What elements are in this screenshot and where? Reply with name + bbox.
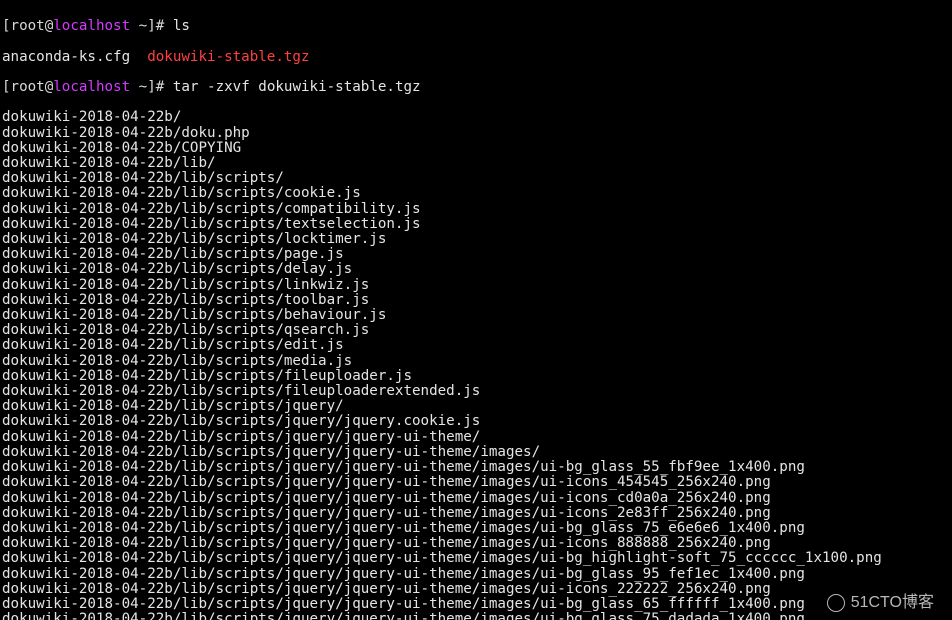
- tar-output-line: dokuwiki-2018-04-22b/lib/scripts/jquery/…: [2, 597, 950, 612]
- tar-output-line: dokuwiki-2018-04-22b/lib/scripts/jquery/…: [2, 475, 950, 490]
- tar-output-line: dokuwiki-2018-04-22b/lib/scripts/jquery/…: [2, 612, 950, 620]
- tar-output-line: dokuwiki-2018-04-22b/lib/scripts/jquery/…: [2, 582, 950, 597]
- prompt-host: localhost: [53, 18, 130, 34]
- tar-output-line: dokuwiki-2018-04-22b/lib/scripts/page.js: [2, 247, 950, 262]
- tar-output-line: dokuwiki-2018-04-22b/COPYING: [2, 141, 950, 156]
- tar-output-line: dokuwiki-2018-04-22b/lib/scripts/fileupl…: [2, 384, 950, 399]
- tar-output-line: dokuwiki-2018-04-22b/lib/scripts/jquery/…: [2, 491, 950, 506]
- tar-output-line: dokuwiki-2018-04-22b/lib/scripts/jquery/…: [2, 567, 950, 582]
- tar-output-line: dokuwiki-2018-04-22b/lib/scripts/edit.js: [2, 338, 950, 353]
- tar-output-line: dokuwiki-2018-04-22b/lib/scripts/jquery/…: [2, 414, 950, 429]
- tar-output-line: dokuwiki-2018-04-22b/: [2, 110, 950, 125]
- prompt-line-2: [root@localhost ~]# tar -zxvf dokuwiki-s…: [2, 80, 950, 95]
- prompt-host: localhost: [53, 79, 130, 95]
- prompt-cmd: ls: [173, 18, 190, 34]
- tar-output-line: dokuwiki-2018-04-22b/lib/scripts/jquery/…: [2, 430, 950, 445]
- tar-output-line: dokuwiki-2018-04-22b/lib/scripts/fileupl…: [2, 369, 950, 384]
- prompt-line-1: [root@localhost ~]# ls: [2, 19, 950, 34]
- tar-output-line: dokuwiki-2018-04-22b/lib/scripts/compati…: [2, 202, 950, 217]
- prompt-at: @: [45, 79, 54, 95]
- ls-file-2: dokuwiki-stable.tgz: [147, 49, 309, 65]
- watermark-icon: [827, 594, 845, 612]
- ls-file-1: anaconda-ks.cfg: [2, 49, 130, 65]
- tar-output-line: dokuwiki-2018-04-22b/lib/scripts/jquery/: [2, 399, 950, 414]
- prompt-user: root: [11, 79, 45, 95]
- tar-output-line: dokuwiki-2018-04-22b/lib/scripts/locktim…: [2, 232, 950, 247]
- tar-output-line: dokuwiki-2018-04-22b/lib/scripts/jquery/…: [2, 445, 950, 460]
- tar-output-line: dokuwiki-2018-04-22b/doku.php: [2, 126, 950, 141]
- tar-output-line: dokuwiki-2018-04-22b/lib/scripts/cookie.…: [2, 186, 950, 201]
- ls-output-line: anaconda-ks.cfg dokuwiki-stable.tgz: [2, 50, 950, 65]
- tar-output-line: dokuwiki-2018-04-22b/lib/scripts/delay.j…: [2, 262, 950, 277]
- tar-output-line: dokuwiki-2018-04-22b/lib/: [2, 156, 950, 171]
- tar-output-block: dokuwiki-2018-04-22b/dokuwiki-2018-04-22…: [2, 110, 950, 620]
- tar-output-line: dokuwiki-2018-04-22b/lib/scripts/qsearch…: [2, 323, 950, 338]
- tar-output-line: dokuwiki-2018-04-22b/lib/scripts/media.j…: [2, 354, 950, 369]
- watermark-text: 51CTO博客: [851, 595, 934, 610]
- tar-output-line: dokuwiki-2018-04-22b/lib/scripts/jquery/…: [2, 551, 950, 566]
- tar-output-line: dokuwiki-2018-04-22b/lib/scripts/jquery/…: [2, 536, 950, 551]
- tar-output-line: dokuwiki-2018-04-22b/lib/scripts/toolbar…: [2, 293, 950, 308]
- terminal-area[interactable]: [root@localhost ~]# ls anaconda-ks.cfg d…: [0, 0, 952, 620]
- watermark: 51CTO博客: [827, 594, 934, 612]
- prompt-path: ~]#: [130, 79, 173, 95]
- tar-output-line: dokuwiki-2018-04-22b/lib/scripts/jquery/…: [2, 460, 950, 475]
- tar-output-line: dokuwiki-2018-04-22b/lib/scripts/textsel…: [2, 217, 950, 232]
- tar-output-line: dokuwiki-2018-04-22b/lib/scripts/linkwiz…: [2, 278, 950, 293]
- prompt-user: root: [11, 18, 45, 34]
- prompt-cmd: tar -zxvf dokuwiki-stable.tgz: [173, 79, 421, 95]
- tar-output-line: dokuwiki-2018-04-22b/lib/scripts/behavio…: [2, 308, 950, 323]
- tar-output-line: dokuwiki-2018-04-22b/lib/scripts/: [2, 171, 950, 186]
- prompt-at: @: [45, 18, 54, 34]
- tar-output-line: dokuwiki-2018-04-22b/lib/scripts/jquery/…: [2, 521, 950, 536]
- prompt-path: ~]#: [130, 18, 173, 34]
- tar-output-line: dokuwiki-2018-04-22b/lib/scripts/jquery/…: [2, 506, 950, 521]
